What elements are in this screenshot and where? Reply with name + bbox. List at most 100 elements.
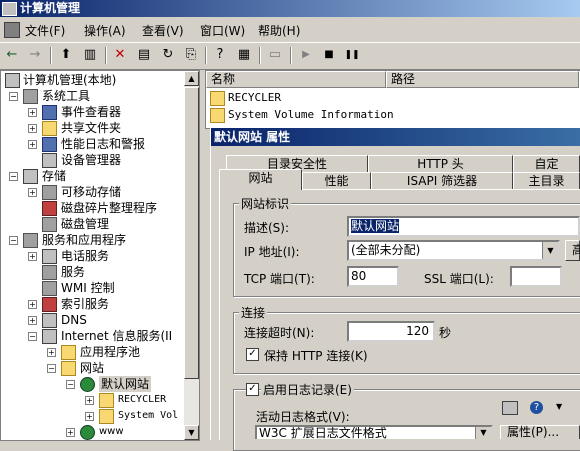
menu-bar: 文件(F) 操作(A) 查看(V) 窗口(W) 帮助(H) — [0, 18, 580, 43]
show-tree-icon[interactable]: ▥ — [81, 46, 99, 64]
tab-custom-errors[interactable]: 自定 — [513, 155, 580, 173]
expand-icon[interactable]: + — [28, 124, 37, 133]
website-globe-icon — [80, 425, 95, 440]
chevron-down-icon[interactable]: ▼ — [542, 242, 558, 259]
log-format-select[interactable]: W3C 扩展日志文件格式 ▼ — [255, 425, 493, 439]
enable-logging-checkbox[interactable]: ✓ — [246, 383, 259, 396]
defrag-icon — [42, 201, 57, 216]
column-header-name[interactable]: 名称 — [206, 71, 386, 88]
tcp-port-input[interactable]: 80 — [347, 266, 399, 287]
collapse-icon[interactable]: − — [9, 236, 18, 245]
iis-icon — [42, 329, 57, 344]
keepalive-label: 保持 HTTP 连接(K) — [264, 349, 368, 363]
ssl-port-input[interactable] — [510, 266, 562, 287]
enable-logging-label: 启用日志记录(E) — [261, 381, 354, 398]
console-tree[interactable]: 计算机管理(本地) − 系统工具 + 事件查看器 + 共享文件夹 + 性能日志和… — [0, 70, 200, 441]
log-properties-button[interactable]: 属性(P)... — [500, 425, 580, 439]
advanced-button[interactable]: 高 — [565, 240, 580, 261]
ip-address-select[interactable]: (全部未分配) ▼ — [347, 240, 560, 261]
collapse-icon[interactable]: − — [9, 92, 18, 101]
wmi-icon — [42, 281, 57, 296]
expand-icon[interactable]: + — [85, 396, 94, 405]
forward-arrow-icon[interactable]: → — [26, 46, 44, 64]
chevron-down-icon[interactable]: ▼ — [556, 402, 562, 411]
column-header-path[interactable]: 路径 — [386, 71, 579, 88]
export-list-icon[interactable]: ⎘ — [182, 46, 200, 64]
server-icon[interactable] — [502, 401, 518, 415]
collapse-icon[interactable]: − — [9, 172, 18, 181]
help-icon[interactable]: ? — [211, 46, 229, 64]
computer-icon[interactable]: ▭ — [266, 46, 284, 64]
tab-home-directory[interactable]: 主目录 — [513, 172, 580, 190]
view-icon[interactable]: ▦ — [235, 46, 253, 64]
expand-icon[interactable]: + — [47, 348, 56, 357]
stop-icon[interactable]: ■ — [320, 46, 338, 64]
description-label: 描述(S): — [244, 221, 290, 235]
expand-icon[interactable]: + — [28, 316, 37, 325]
tab-website[interactable]: 网站 — [219, 169, 302, 190]
expand-icon[interactable]: + — [28, 300, 37, 309]
indexing-icon — [42, 297, 57, 312]
collapse-icon[interactable]: − — [47, 364, 56, 373]
scroll-up-icon[interactable]: ▲ — [184, 71, 199, 86]
menu-action[interactable]: 操作(A) — [84, 22, 126, 39]
tab-isapi-filters[interactable]: ISAPI 筛选器 — [371, 172, 513, 190]
expand-icon[interactable]: + — [66, 428, 75, 437]
shared-folder-icon — [42, 121, 57, 136]
collapse-icon[interactable]: − — [28, 332, 37, 341]
timeout-input[interactable]: 120 — [347, 321, 435, 342]
toolbar-separator — [259, 47, 261, 64]
play-icon[interactable]: ▶ — [297, 46, 315, 64]
ip-address-label: IP 地址(I): — [244, 245, 300, 259]
folder-icon — [210, 108, 225, 123]
disk-management-icon — [42, 217, 57, 232]
collapse-icon[interactable]: − — [66, 380, 75, 389]
help-icon[interactable]: ? — [530, 401, 543, 414]
expand-icon[interactable]: + — [28, 140, 37, 149]
folder-icon — [99, 393, 114, 408]
tab-http-headers[interactable]: HTTP 头 — [368, 155, 513, 173]
folder-icon — [61, 345, 76, 360]
tab-performance[interactable]: 性能 — [302, 172, 371, 190]
tree-scrollbar[interactable]: ▲ ▼ — [184, 71, 199, 440]
keepalive-checkbox[interactable]: ✓ — [246, 348, 259, 361]
tcp-port-label: TCP 端口(T): — [244, 272, 315, 286]
scroll-thumb[interactable] — [184, 87, 199, 379]
services-apps-icon — [23, 233, 38, 248]
toolbar-separator — [290, 47, 292, 64]
expand-icon[interactable]: + — [28, 252, 37, 261]
menu-view[interactable]: 查看(V) — [142, 22, 184, 39]
menu-help[interactable]: 帮助(H) — [258, 22, 300, 39]
scroll-down-icon[interactable]: ▼ — [184, 425, 199, 440]
dialog-title: 默认网站 属性 — [211, 128, 580, 146]
detail-list[interactable]: 名称 路径 RECYCLER System Volume Information — [205, 70, 580, 129]
site-identification-label: 网站标识 — [239, 195, 292, 212]
properties-icon[interactable]: ▤ — [135, 46, 153, 64]
removable-storage-icon — [42, 185, 57, 200]
delete-icon[interactable]: ✕ — [111, 46, 129, 64]
folder-icon — [210, 91, 225, 106]
expand-icon[interactable]: + — [28, 108, 37, 117]
dns-icon — [42, 313, 57, 328]
chevron-down-icon[interactable]: ▼ — [475, 427, 491, 439]
refresh-icon[interactable]: ↻ — [159, 46, 177, 64]
computer-management-icon — [2, 2, 17, 16]
menu-file[interactable]: 文件(F) — [25, 22, 65, 39]
storage-icon — [23, 169, 38, 184]
toolbar-separator — [50, 47, 52, 64]
performance-icon — [42, 137, 57, 152]
toolbar-separator — [205, 47, 207, 64]
menu-window[interactable]: 窗口(W) — [200, 22, 245, 39]
description-input[interactable]: 默认网站 — [347, 216, 580, 237]
website-globe-icon — [80, 377, 95, 392]
expand-icon[interactable]: + — [85, 412, 94, 421]
back-arrow-icon[interactable]: ← — [3, 46, 21, 64]
expand-icon[interactable]: + — [28, 188, 37, 197]
timeout-unit: 秒 — [439, 326, 452, 340]
up-folder-icon[interactable]: ⬆ — [57, 46, 75, 64]
computer-icon — [5, 73, 20, 88]
toolbar-separator — [105, 47, 107, 64]
pause-icon[interactable]: ❚❚ — [343, 46, 361, 64]
system-menu-icon[interactable] — [4, 22, 20, 38]
window-titlebar: 计算机管理 — [0, 0, 580, 17]
